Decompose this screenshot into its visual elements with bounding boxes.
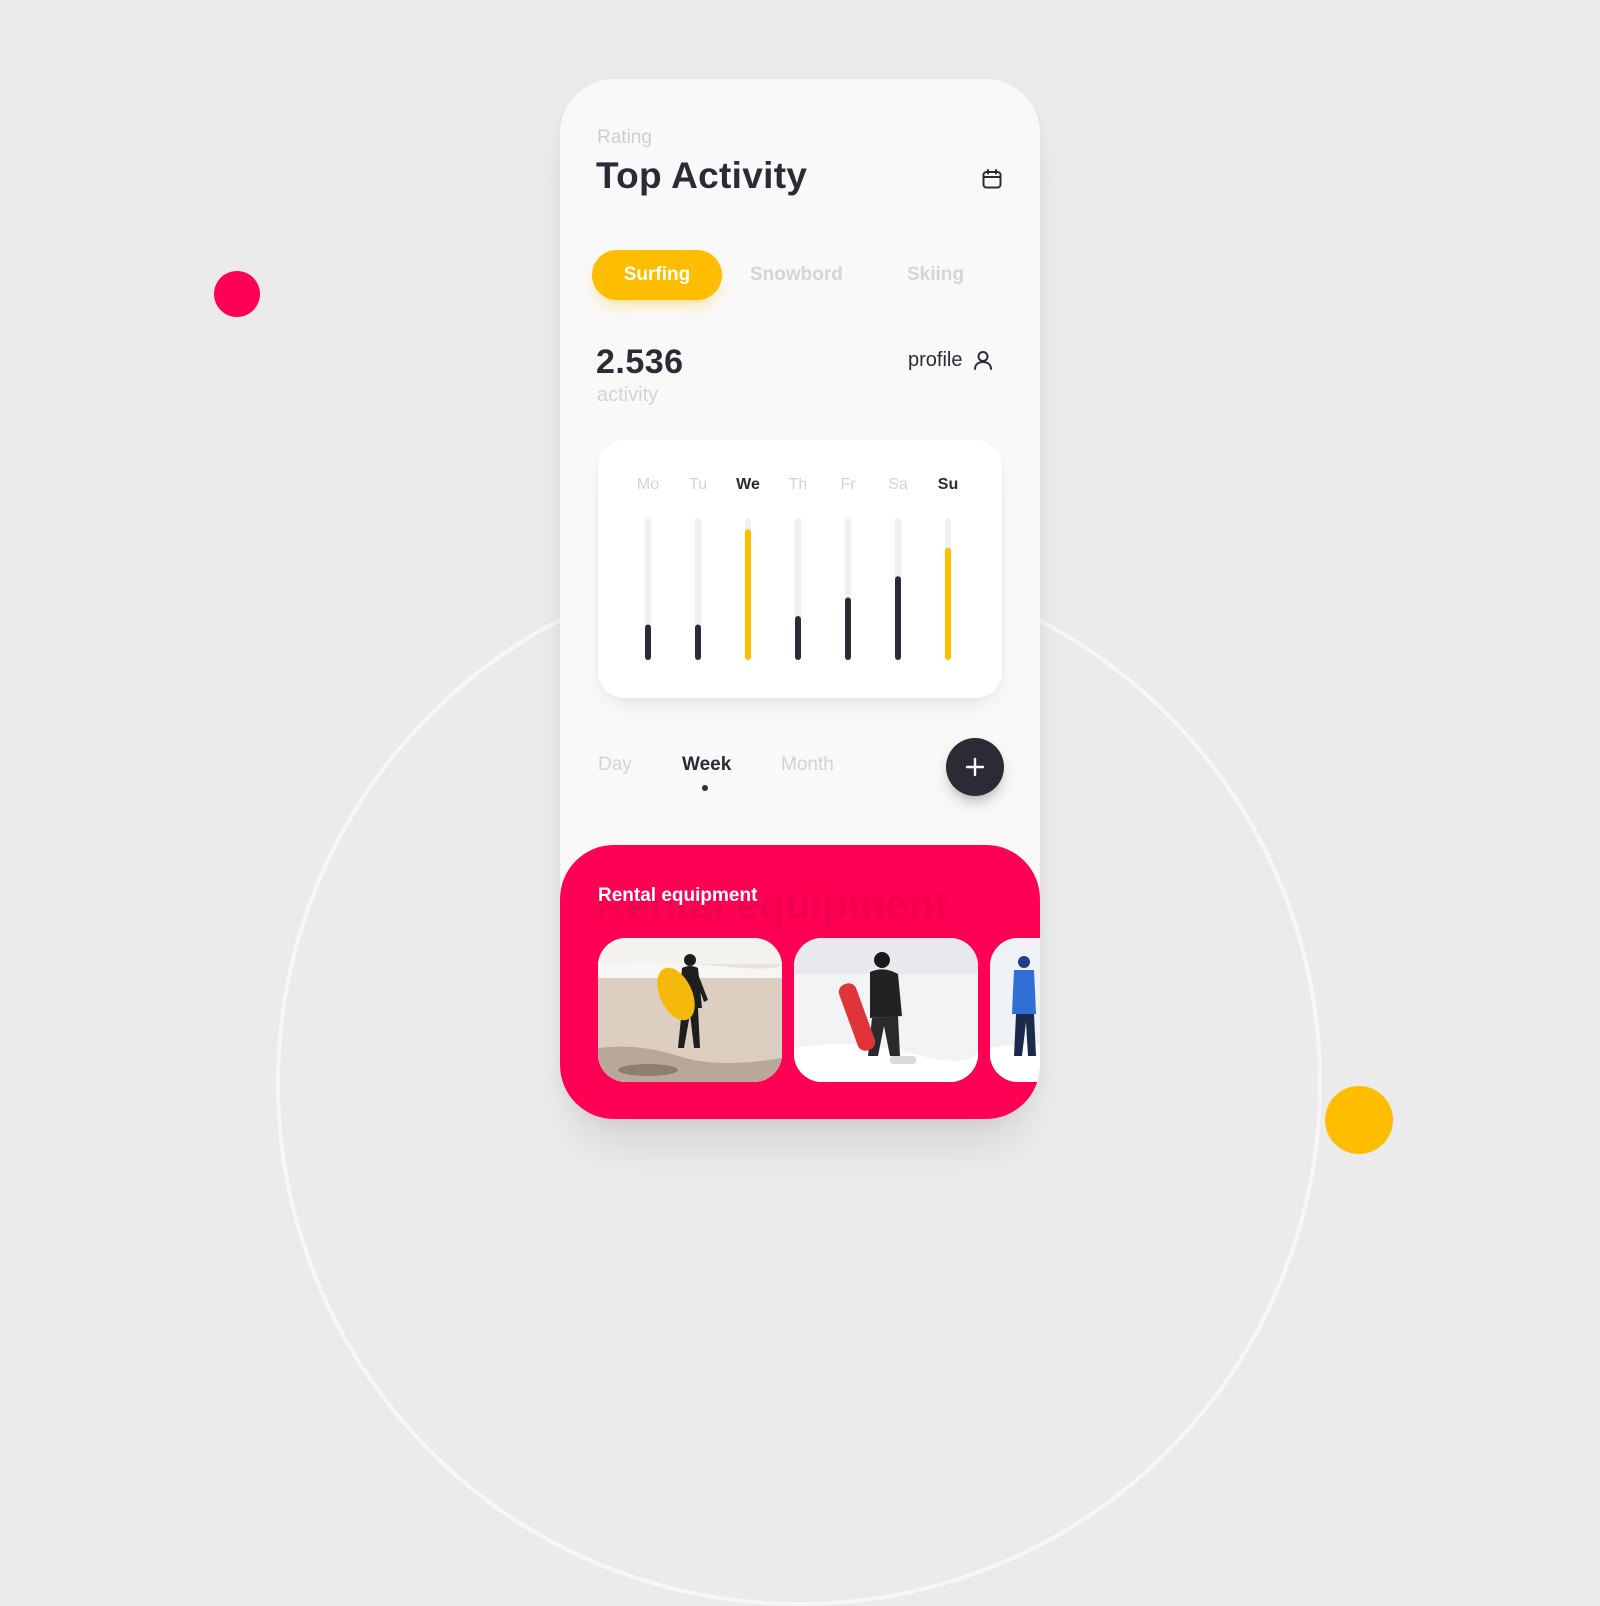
chart-bar[interactable] (845, 597, 851, 660)
chart-day-label: Th (789, 476, 808, 493)
active-period-indicator (702, 785, 708, 791)
rental-title: Rental equipment (598, 885, 758, 906)
tab-skiing[interactable]: Skiing (907, 250, 964, 300)
rental-card-ski[interactable] (990, 938, 1040, 1082)
chart-day-label: Su (938, 476, 958, 493)
chart-day-label: Sa (888, 476, 908, 493)
weekly-activity-chart: Mo Tu We Th Fr Sa Su (598, 440, 1002, 698)
chart-day-label: Tu (689, 476, 707, 493)
add-button[interactable] (946, 738, 1004, 796)
page-title: Top Activity (596, 155, 808, 196)
chart-day-label: Fr (840, 476, 856, 493)
user-icon (974, 351, 993, 370)
chart-bar[interactable] (795, 615, 801, 660)
activity-label: activity (597, 384, 659, 406)
calendar-button[interactable] (977, 164, 1007, 194)
tab-surfing[interactable]: Surfing (592, 250, 722, 300)
page-eyebrow: Rating (597, 127, 652, 148)
period-tab-month[interactable]: Month (781, 754, 834, 776)
plus-icon (965, 757, 985, 777)
activity-count: 2.536 (596, 343, 684, 381)
chart-bar[interactable] (945, 547, 951, 660)
calendar-icon (982, 169, 1002, 189)
profile-link[interactable]: profile (908, 345, 994, 375)
period-tab-week[interactable]: Week (682, 754, 731, 776)
rental-section: Rental equipment Rental equipment (560, 845, 1040, 1119)
chart-bar[interactable] (695, 624, 701, 661)
rental-card-snowboard[interactable] (794, 938, 978, 1082)
skier-photo (990, 938, 1040, 1082)
decorative-yellow-dot (1325, 1086, 1393, 1154)
phone-screen: Rating Top Activity Surfing Snowbord Ski… (560, 79, 1040, 1119)
profile-label: profile (908, 348, 963, 371)
chart-bar[interactable] (645, 624, 651, 661)
decorative-red-dot (214, 271, 260, 317)
rental-card-surf[interactable] (598, 938, 782, 1082)
period-tab-day[interactable]: Day (598, 754, 632, 776)
chart-bar[interactable] (895, 576, 901, 660)
chart-svg: Mo Tu We Th Fr Sa Su (637, 476, 958, 661)
chart-day-label: Mo (637, 476, 659, 493)
tab-snowbord[interactable]: Snowbord (750, 250, 843, 300)
snowboarder-snow-photo (794, 938, 978, 1082)
chart-day-label: We (736, 476, 760, 493)
chart-bar[interactable] (745, 529, 751, 660)
surfer-beach-photo (598, 938, 782, 1082)
